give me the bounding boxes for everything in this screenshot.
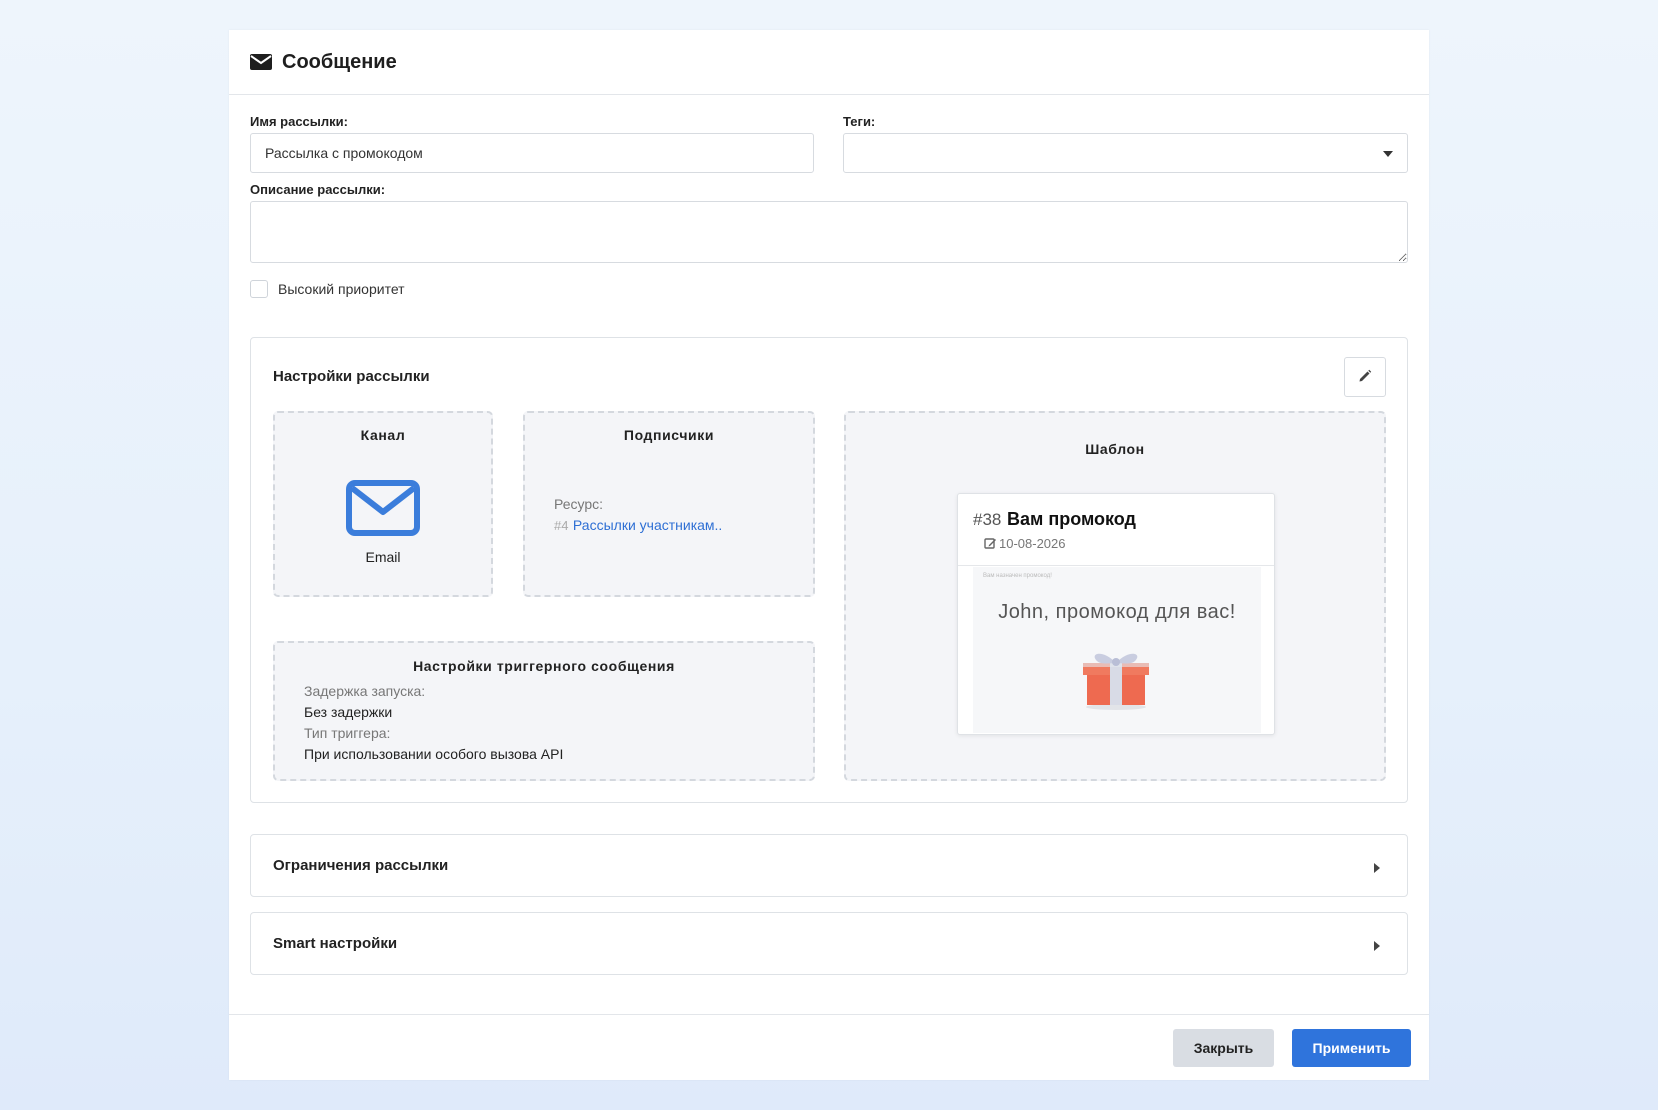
settings-card: Настройки рассылки Канал Email Подписчик… <box>250 337 1408 803</box>
message-modal: Сообщение Имя рассылки: Теги: Описание р… <box>229 30 1429 1080</box>
tags-label: Теги: <box>843 114 876 129</box>
preview-promo-text: John, промокод для вас! <box>998 601 1236 623</box>
section-smart-title: Smart настройки <box>273 935 398 952</box>
trigger-title: Настройки триггерного сообщения <box>413 658 675 674</box>
channel-box[interactable]: Канал Email <box>273 411 493 597</box>
trigger-type-label: Тип триггера: <box>304 725 391 741</box>
template-title: Шаблон <box>1085 441 1145 457</box>
gift-icon <box>1081 647 1151 716</box>
channel-title: Канал <box>360 427 406 443</box>
modal-header: Сообщение <box>229 30 1429 95</box>
section-restrictions-title: Ограничения рассылки <box>273 857 449 874</box>
resource-line: #4 Рассылки участникам.. <box>554 517 722 535</box>
caret-right-icon <box>1374 941 1380 951</box>
envelope-icon <box>346 480 420 541</box>
close-button[interactable]: Закрыть <box>1173 1029 1274 1067</box>
edit-settings-button[interactable] <box>1344 357 1386 397</box>
template-date: 10-08-2026 <box>999 536 1066 551</box>
caret-down-icon <box>1383 151 1393 157</box>
priority-row[interactable]: Высокий приоритет <box>250 280 405 298</box>
caret-right-icon <box>1374 863 1380 873</box>
modal-footer: Закрыть Применить <box>229 1014 1429 1080</box>
settings-title: Настройки рассылки <box>273 368 430 385</box>
edit-date-icon <box>984 537 997 550</box>
resource-link[interactable]: Рассылки участникам.. <box>573 517 722 533</box>
channel-name: Email <box>365 549 401 565</box>
description-textarea[interactable] <box>250 201 1408 263</box>
trigger-box[interactable]: Настройки триггерного сообщения Задержка… <box>273 641 815 781</box>
modal-title: Сообщение <box>282 50 397 73</box>
template-box[interactable]: Шаблон #38 Вам промокод 10-08-2026 Вам н… <box>844 411 1386 781</box>
delay-value: Без задержки <box>304 704 393 720</box>
delay-label: Задержка запуска: <box>304 683 426 699</box>
template-card[interactable]: #38 Вам промокод 10-08-2026 Вам назначен… <box>957 493 1275 735</box>
name-label: Имя рассылки: <box>250 114 348 129</box>
template-date-row: 10-08-2026 <box>984 536 1066 551</box>
pencil-icon <box>1358 369 1372 386</box>
tags-select[interactable] <box>843 133 1408 173</box>
trigger-type-value: При использовании особого вызова API <box>304 746 564 762</box>
preview-small-text: Вам назначен промокод! <box>983 573 1052 579</box>
apply-button[interactable]: Применить <box>1292 1029 1411 1067</box>
resource-id: #4 <box>554 518 569 533</box>
template-preview: Вам назначен промокод! John, промокод дл… <box>973 567 1261 733</box>
resource-label: Ресурс: <box>554 496 604 512</box>
subscribers-title: Подписчики <box>623 427 715 443</box>
description-label: Описание рассылки: <box>250 182 386 197</box>
priority-label: Высокий приоритет <box>278 281 405 297</box>
priority-checkbox[interactable] <box>250 280 268 298</box>
envelope-icon <box>250 54 272 70</box>
template-number: #38 <box>973 510 1002 529</box>
section-restrictions[interactable]: Ограничения рассылки <box>250 834 1408 897</box>
section-smart[interactable]: Smart настройки <box>250 912 1408 975</box>
name-input[interactable] <box>250 133 814 173</box>
template-card-header: #38 Вам промокод 10-08-2026 <box>958 494 1274 566</box>
subscribers-box[interactable]: Подписчики Ресурс: #4 Рассылки участника… <box>523 411 815 597</box>
template-name: Вам промокод <box>1007 509 1136 529</box>
